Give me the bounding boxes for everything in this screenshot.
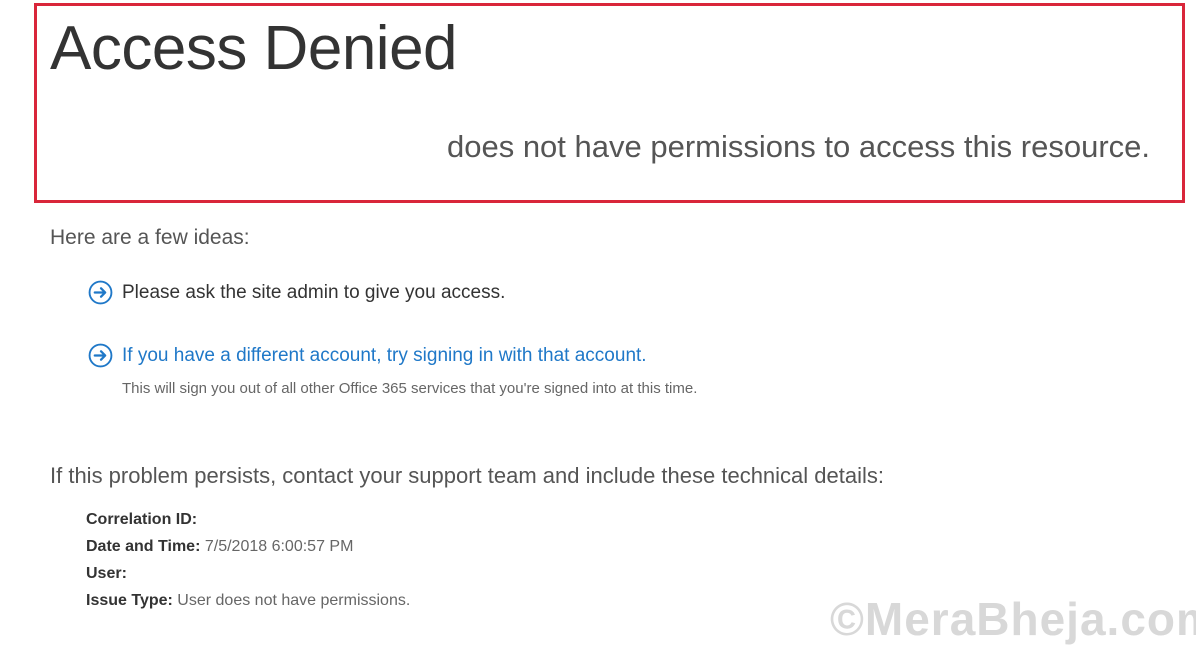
page-title: Access Denied bbox=[50, 14, 458, 83]
date-time-value: 7/5/2018 6:00:57 PM bbox=[204, 538, 354, 555]
user-row: User: bbox=[86, 560, 410, 587]
arrow-circle-right-icon[interactable] bbox=[88, 343, 113, 368]
correlation-id-label: Correlation ID: bbox=[86, 511, 198, 528]
user-label: User: bbox=[86, 565, 127, 582]
support-instructions: If this problem persists, contact your s… bbox=[50, 463, 884, 488]
idea-ask-admin-text: Please ask the site admin to give you ac… bbox=[122, 281, 506, 303]
issue-type-label: Issue Type: bbox=[86, 592, 173, 609]
correlation-id-row: Correlation ID: bbox=[86, 506, 410, 533]
switch-account-note: This will sign you out of all other Offi… bbox=[122, 380, 698, 397]
watermark: ©MeraBheja.com bbox=[830, 593, 1196, 645]
issue-type-value: User does not have permissions. bbox=[177, 592, 411, 609]
arrow-circle-right-icon bbox=[88, 280, 113, 305]
idea-item-switch-account[interactable]: If you have a different account, try sig… bbox=[88, 343, 647, 368]
issue-type-row: Issue Type: User does not have permissio… bbox=[86, 587, 410, 614]
date-time-row: Date and Time: 7/5/2018 6:00:57 PM bbox=[86, 533, 410, 560]
error-message: does not have permissions to access this… bbox=[446, 129, 1150, 164]
date-time-label: Date and Time: bbox=[86, 538, 201, 555]
switch-account-link[interactable]: If you have a different account, try sig… bbox=[122, 345, 647, 367]
ideas-heading: Here are a few ideas: bbox=[50, 226, 250, 249]
technical-details: Correlation ID: Date and Time: 7/5/2018 … bbox=[86, 506, 410, 614]
idea-item-ask-admin: Please ask the site admin to give you ac… bbox=[88, 280, 505, 305]
